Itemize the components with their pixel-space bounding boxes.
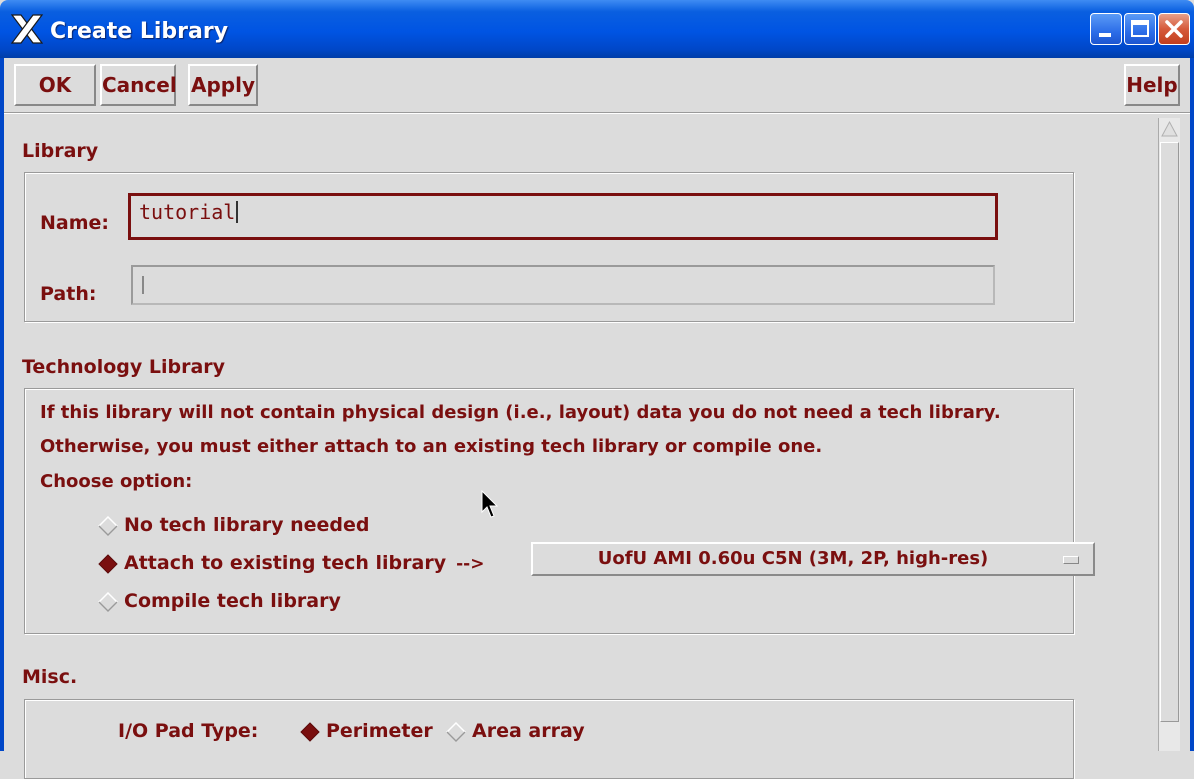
radio-label-text: Attach to existing tech library <box>124 552 447 574</box>
radio-compile-tech-library[interactable]: Compile tech library <box>98 588 398 616</box>
radio-diamond-icon <box>446 722 466 742</box>
mouse-pointer-icon <box>481 490 499 518</box>
apply-button[interactable]: Apply <box>188 64 258 106</box>
text-cursor-icon <box>142 276 144 294</box>
help-button[interactable]: Help <box>1124 64 1180 106</box>
minimize-button[interactable] <box>1090 13 1122 45</box>
maximize-icon <box>1131 20 1149 37</box>
ok-button[interactable]: OK <box>14 64 96 106</box>
name-input-value: tutorial <box>139 200 236 224</box>
maximize-button[interactable] <box>1124 13 1156 45</box>
technology-section-label: Technology Library <box>22 356 226 378</box>
radio-label: No tech library needed <box>124 514 370 536</box>
radio-label: Attach to existing tech library --> <box>124 552 484 574</box>
tech-description-line2: Otherwise, you must either attach to an … <box>40 436 823 457</box>
radio-diamond-selected-icon <box>300 722 320 742</box>
vertical-scrollbar[interactable] <box>1158 118 1180 751</box>
io-pad-type-label: I/O Pad Type: <box>118 720 259 742</box>
window-title: Create Library <box>50 19 229 44</box>
path-label: Path: <box>40 283 97 305</box>
radio-no-tech-library[interactable]: No tech library needed <box>98 512 398 540</box>
toolbar-divider <box>4 112 1190 114</box>
radio-diamond-icon <box>98 516 118 536</box>
title-bar[interactable]: Create Library <box>0 0 1194 58</box>
radio-attach-tech-library[interactable]: Attach to existing tech library --> <box>98 550 518 578</box>
arrow-suffix: --> <box>456 554 485 574</box>
cancel-button[interactable]: Cancel <box>100 64 177 106</box>
x-window-icon <box>10 14 44 44</box>
radio-label: Compile tech library <box>124 590 341 612</box>
path-input[interactable] <box>131 265 995 305</box>
radio-label: Area array <box>472 720 585 742</box>
radio-perimeter[interactable]: Perimeter <box>300 718 440 746</box>
scroll-up-arrow-icon[interactable] <box>1159 118 1180 140</box>
tech-description-line1: If this library will not contain physica… <box>40 402 1001 423</box>
radio-diamond-icon <box>98 592 118 612</box>
misc-section-label: Misc. <box>22 666 78 688</box>
text-cursor-icon <box>236 201 239 223</box>
close-icon <box>1165 20 1183 38</box>
choose-option-label: Choose option: <box>40 471 193 492</box>
option-menu-indicator-icon <box>1063 556 1079 564</box>
close-button[interactable] <box>1158 13 1190 45</box>
radio-diamond-selected-icon <box>98 554 118 574</box>
library-section-label: Library <box>22 140 99 162</box>
name-label: Name: <box>40 212 110 234</box>
radio-label: Perimeter <box>326 720 433 742</box>
scrollbar-thumb[interactable] <box>1160 142 1179 722</box>
minimize-icon <box>1099 33 1111 37</box>
name-input[interactable]: tutorial <box>128 193 998 240</box>
tech-library-option-menu[interactable]: UofU AMI 0.60u C5N (3M, 2P, high-res) <box>531 542 1095 576</box>
radio-area-array[interactable]: Area array <box>446 718 596 746</box>
tech-library-selected-value: UofU AMI 0.60u C5N (3M, 2P, high-res) <box>597 548 989 569</box>
